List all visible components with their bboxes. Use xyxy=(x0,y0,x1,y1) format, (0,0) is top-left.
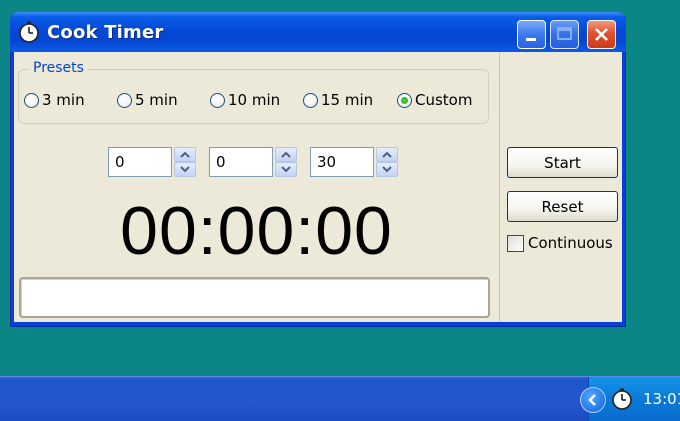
system-tray: 13:01 xyxy=(580,377,680,421)
close-icon xyxy=(595,28,608,41)
presets-group: Presets 3 min 5 min 10 min 15 min Custom xyxy=(18,60,489,124)
radio-indicator xyxy=(303,92,318,108)
stopwatch-tray-icon[interactable] xyxy=(611,388,633,410)
cook-timer-window: Cook Timer Presets 3 min 5 min 10 min 15… xyxy=(10,12,626,327)
minimize-button[interactable] xyxy=(517,20,546,49)
close-button[interactable] xyxy=(587,20,616,49)
taskbar: 13:01 xyxy=(0,376,680,421)
status-field xyxy=(19,277,490,318)
timer-readout: 00:00:00 xyxy=(120,193,393,269)
preset-radio-10min[interactable]: 10 min xyxy=(210,91,280,109)
radio-label: 15 min xyxy=(321,91,374,109)
maximize-button[interactable] xyxy=(550,20,579,49)
seconds-up-button[interactable] xyxy=(376,147,398,162)
chevron-down-icon xyxy=(382,166,392,173)
checkbox-indicator xyxy=(507,234,524,252)
hours-spin-arrows xyxy=(174,147,196,177)
control-pane: Start Reset Continuous xyxy=(499,52,623,322)
title-bar[interactable]: Cook Timer xyxy=(10,12,626,52)
start-button[interactable]: Start xyxy=(507,147,618,178)
minutes-spinner xyxy=(209,147,297,177)
seconds-spin-arrows xyxy=(376,147,398,177)
continuous-checkbox[interactable]: Continuous xyxy=(507,234,613,252)
preset-radio-custom[interactable]: Custom xyxy=(397,91,472,109)
radio-label: 5 min xyxy=(135,91,178,109)
hours-down-button[interactable] xyxy=(174,162,196,177)
chevron-down-icon xyxy=(281,166,291,173)
radio-indicator-checked xyxy=(397,92,412,108)
minutes-down-button[interactable] xyxy=(275,162,297,177)
seconds-input[interactable] xyxy=(310,147,374,177)
chevron-up-icon xyxy=(382,151,392,158)
seconds-spinner xyxy=(310,147,398,177)
chevron-down-icon xyxy=(180,166,190,173)
reset-button[interactable]: Reset xyxy=(507,191,618,222)
client-area: Presets 3 min 5 min 10 min 15 min Custom xyxy=(14,52,622,322)
presets-group-label: Presets xyxy=(29,60,88,76)
chevron-left-icon xyxy=(588,394,596,406)
radio-indicator xyxy=(117,92,132,108)
seconds-down-button[interactable] xyxy=(376,162,398,177)
radio-indicator xyxy=(24,92,39,108)
preset-radio-5min[interactable]: 5 min xyxy=(117,91,178,109)
chevron-up-icon xyxy=(180,151,190,158)
hours-spinner xyxy=(108,147,196,177)
stopwatch-icon xyxy=(19,21,39,43)
show-hidden-icons-button[interactable] xyxy=(580,387,606,413)
hours-up-button[interactable] xyxy=(174,147,196,162)
taskbar-clock[interactable]: 13:01 xyxy=(643,390,680,408)
radio-label: 3 min xyxy=(42,91,85,109)
continuous-label: Continuous xyxy=(528,234,613,252)
minutes-up-button[interactable] xyxy=(275,147,297,162)
preset-radio-3min[interactable]: 3 min xyxy=(24,91,85,109)
radio-label: Custom xyxy=(415,91,473,109)
minutes-spin-arrows xyxy=(275,147,297,177)
hours-input[interactable] xyxy=(108,147,172,177)
radio-indicator xyxy=(210,92,225,108)
minutes-input[interactable] xyxy=(209,147,273,177)
radio-label: 10 min xyxy=(228,91,281,109)
window-title: Cook Timer xyxy=(47,22,164,43)
chevron-up-icon xyxy=(281,151,291,158)
preset-radio-15min[interactable]: 15 min xyxy=(303,91,373,109)
